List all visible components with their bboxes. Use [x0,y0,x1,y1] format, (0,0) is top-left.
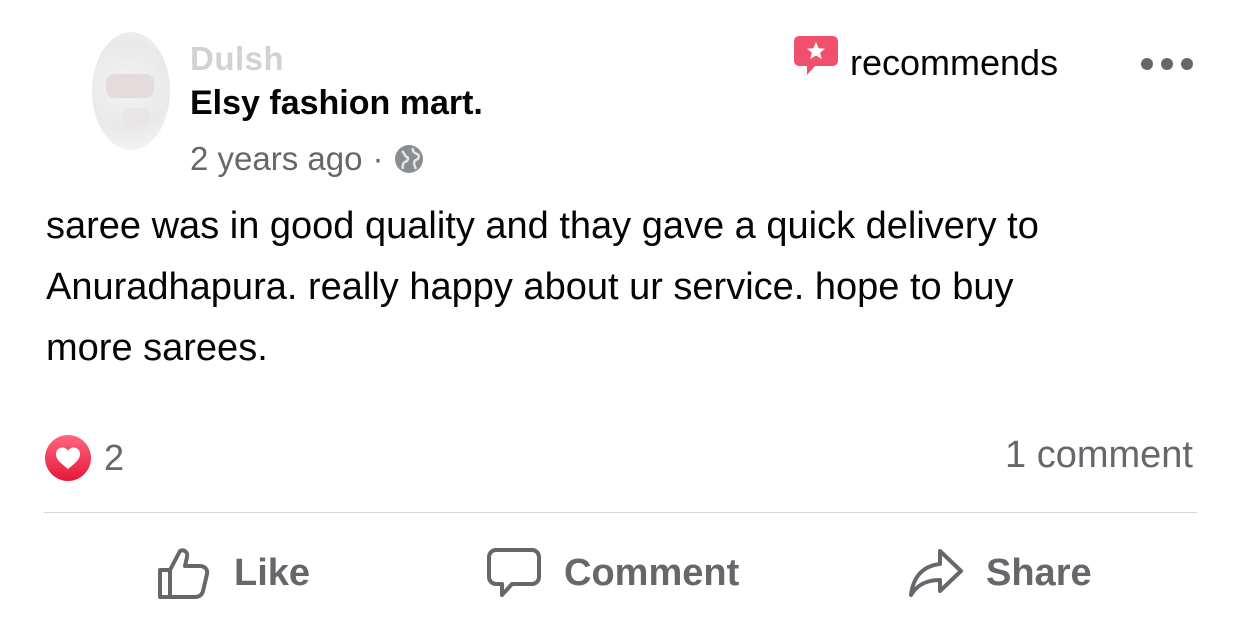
avatar[interactable] [92,32,170,150]
comment-label: Comment [564,551,740,594]
avatar-image-detail [106,74,154,98]
timestamp[interactable]: 2 years ago [190,140,362,178]
post-meta: 2 years ago · [190,140,425,178]
more-options-icon[interactable] [1140,56,1194,72]
recommend-star-icon [794,36,838,75]
review-post: Dulsh Elsy fashion mart. 2 years ago · r… [0,0,1242,631]
love-heart-icon [45,435,91,481]
comment-button[interactable]: Comment [486,546,739,600]
globe-icon [395,145,424,173]
review-text: saree was in good quality and thay gave … [46,205,1039,369]
avatar-image-detail [122,108,150,126]
divider [44,512,1197,513]
share-label: Share [986,551,1092,594]
share-arrow-icon [909,549,963,597]
meta-separator: · [372,140,384,177]
thumbs-up-icon [158,548,210,599]
recommends-label: recommends [850,42,1059,83]
author-name[interactable]: Dulsh [190,40,284,78]
share-button[interactable]: Share [908,546,1092,600]
reaction-count: 2 [104,437,125,478]
comment-count[interactable]: 1 comment [1005,434,1193,477]
comment-bubble-icon [487,548,541,597]
like-button[interactable]: Like [156,546,310,600]
reaction-summary[interactable]: 2 [44,434,124,482]
page-name[interactable]: Elsy fashion mart. [190,84,483,123]
like-label: Like [234,551,311,594]
